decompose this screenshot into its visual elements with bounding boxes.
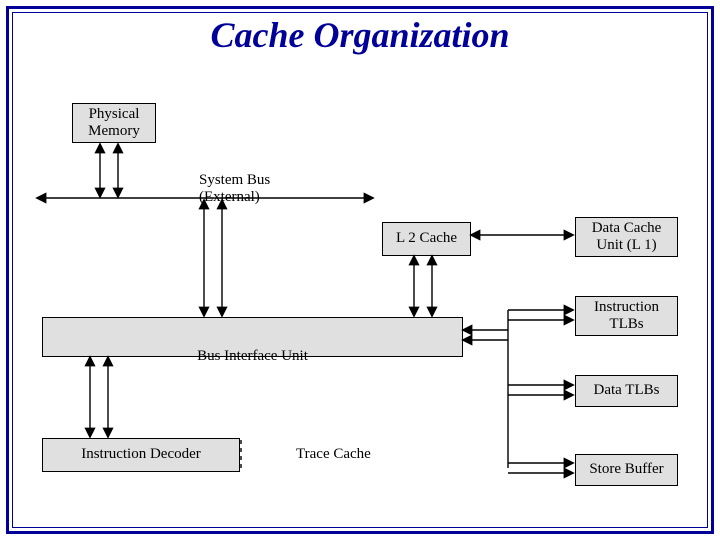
- connectors: [0, 0, 720, 540]
